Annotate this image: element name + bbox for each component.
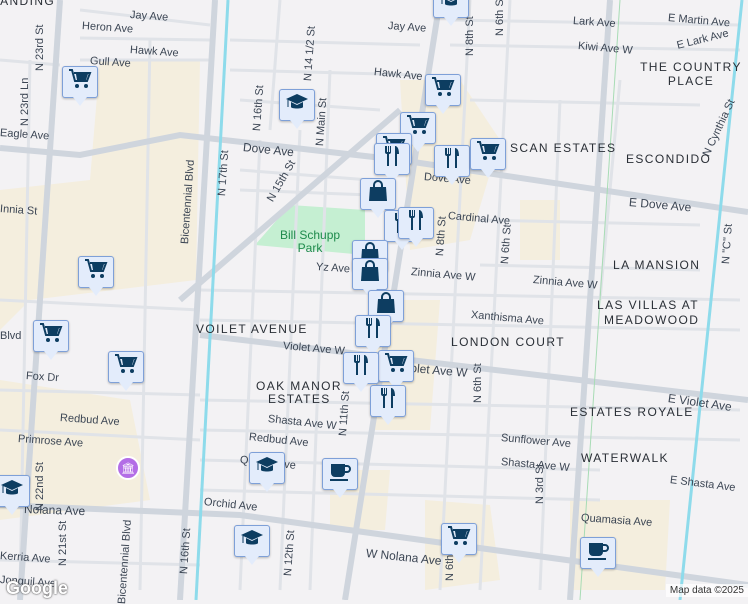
grocery-icon <box>84 258 108 286</box>
neighborhood-label: MEADOWOOD <box>604 313 700 327</box>
neighborhood-label: OAK MANOR <box>256 379 342 393</box>
street-label: N 6th St <box>494 0 506 36</box>
restaurant-marker[interactable] <box>374 143 410 183</box>
grocery-marker[interactable] <box>62 66 98 106</box>
cafe-icon <box>586 539 610 567</box>
park-label[interactable]: Bill Schupp Park <box>280 229 340 255</box>
school-marker[interactable] <box>234 525 270 565</box>
street-label: N 23rd St <box>34 24 46 71</box>
grocery-icon <box>39 322 63 350</box>
grocery-marker[interactable] <box>78 256 114 296</box>
street-label: N 6th St <box>472 363 484 403</box>
neighborhood-label: THE COUNTRY PLACE <box>640 60 742 88</box>
school-icon <box>255 454 279 482</box>
grocery-icon <box>114 353 138 381</box>
school-icon <box>439 0 463 16</box>
neighborhood-label: WATERWALK <box>581 451 669 465</box>
street-label: N 3rd St <box>534 463 546 504</box>
restaurant-marker[interactable] <box>343 352 379 392</box>
grocery-icon <box>447 525 471 553</box>
grocery-icon <box>431 76 455 104</box>
neighborhood-label: ESTATES ROYALE <box>570 405 694 419</box>
restaurant-marker[interactable] <box>398 207 434 247</box>
google-logo: Google <box>6 578 68 598</box>
grocery-icon <box>384 352 408 380</box>
street-label: Yz Ave <box>315 261 351 276</box>
neighborhood-label: SCAN ESTATES <box>510 141 617 155</box>
school-marker[interactable] <box>0 475 30 515</box>
cafe-icon <box>328 460 352 488</box>
shopping-marker[interactable] <box>360 178 396 218</box>
restaurant-marker[interactable] <box>370 385 406 425</box>
restaurant-marker[interactable] <box>355 315 391 355</box>
street-label: Innia St <box>0 203 38 218</box>
park-name-line: Park <box>297 241 323 255</box>
street-label: N 8th St <box>464 16 476 56</box>
shopping-marker[interactable] <box>352 258 388 298</box>
grocery-marker[interactable] <box>425 74 461 114</box>
restaurant-icon <box>349 354 373 382</box>
restaurant-icon <box>440 147 464 175</box>
restaurant-icon <box>404 209 428 237</box>
neighborhood-label: VOILET AVENUE <box>196 322 308 336</box>
neighborhood-label: LA MANSION <box>613 258 701 272</box>
street-label: Fox Dr <box>25 370 60 385</box>
grocery-marker[interactable] <box>33 320 69 360</box>
grocery-marker[interactable] <box>378 350 414 390</box>
neighborhood-label: LONDON COURT <box>451 335 565 349</box>
school-marker[interactable] <box>279 89 315 129</box>
museum-icon[interactable]: 🏛 <box>116 456 140 480</box>
restaurant-marker[interactable] <box>434 145 470 185</box>
street-label: Nolana Ave <box>23 502 86 519</box>
school-marker[interactable] <box>249 452 285 492</box>
school-icon <box>240 527 264 555</box>
neighborhood-label: ESCONDIDO <box>626 152 712 166</box>
map-attribution[interactable]: Map data ©2025 <box>665 584 748 597</box>
grocery-icon <box>68 68 92 96</box>
grocery-marker[interactable] <box>108 351 144 391</box>
restaurant-icon <box>380 145 404 173</box>
school-marker[interactable] <box>433 0 469 26</box>
street-label: N 21st St <box>57 520 69 566</box>
street-label: Jay Ave <box>129 9 169 24</box>
neighborhood-label: LANDING <box>0 0 56 8</box>
restaurant-icon <box>361 317 385 345</box>
grocery-marker[interactable] <box>441 523 477 563</box>
neighborhood-label: ESTATES <box>268 392 331 406</box>
shopping-icon <box>358 260 382 288</box>
restaurant-icon <box>376 387 400 415</box>
grocery-icon <box>476 140 500 168</box>
school-icon <box>0 477 24 505</box>
grocery-marker[interactable] <box>470 138 506 178</box>
cafe-marker[interactable] <box>580 537 616 577</box>
street-label: Jay Ave <box>387 20 427 35</box>
neighborhood-label: LAS VILLAS AT <box>597 298 700 312</box>
street-label: N 23rd Ln <box>19 77 31 126</box>
shopping-icon <box>366 180 390 208</box>
street-label: Blvd <box>0 330 22 342</box>
cafe-marker[interactable] <box>322 458 358 498</box>
school-icon <box>285 91 309 119</box>
